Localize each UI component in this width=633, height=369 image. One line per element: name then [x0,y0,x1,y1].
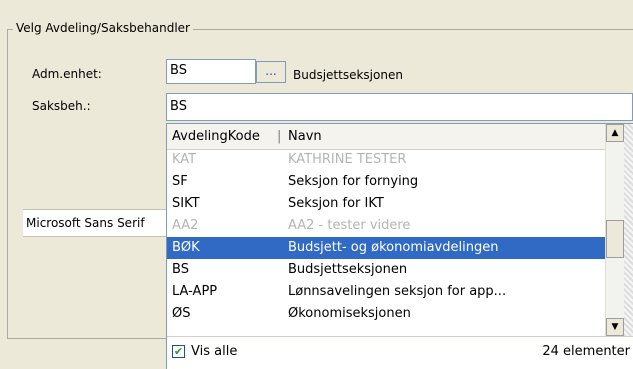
saksbehandler-dropdown: AvdelingKode | Navn KAT KATHRINE TESTER SF… [166,123,633,369]
list-item-name: AA2 - tester videre [288,218,411,233]
header-navn[interactable]: Navn [288,124,322,149]
list-item-name: Økonomiseksjonen [288,306,411,321]
list-item-name: Seksjon for fornying [288,174,419,189]
list-item-code: ØS [172,306,191,321]
list-item[interactable]: SF Seksjon for fornying [167,171,605,193]
saksbehandler-input[interactable]: BS [166,93,633,121]
list-item[interactable]: SIKT Seksjon for IKT [167,193,605,215]
vis-alle-label[interactable]: Vis alle [191,343,237,360]
list-item-name: Budsjettseksjonen [288,262,408,277]
adm-name-text: Budsjettseksjonen [293,68,403,82]
list-item[interactable]: BØK Budsjett- og økonomiavdelingen [167,237,605,259]
list-item-name: Budsjett- og økonomiavdelingen [288,240,499,255]
list-item-code: BS [172,262,189,277]
dropdown-scrollbar[interactable]: ▲ ▼ [605,124,625,336]
list-item[interactable]: LA-APP Lønnsavelingen seksjon for app... [167,281,605,303]
scroll-thumb[interactable] [606,220,624,258]
list-item-code: BØK [172,240,200,255]
adm-browse-button[interactable]: ... [256,61,286,83]
scroll-up-button[interactable]: ▲ [606,124,624,142]
resize-grip[interactable] [624,124,633,336]
dialog-window: { "group": { "title": "Velg Avdeling/Sak… [0,0,633,369]
list-item-code: SIKT [172,196,200,211]
element-count-text: 24 elementer [542,344,630,359]
dropdown-footer: ✔ Vis alle 24 elementer [167,336,633,369]
header-avdelingkode[interactable]: AvdelingKode [172,124,260,149]
vis-alle-checkbox[interactable]: ✔ [172,345,185,358]
saksbehandler-label: Saksbeh.: [32,99,91,113]
list-item-code: KAT [172,152,197,167]
list-item-name: Lønnsavelingen seksjon for app... [288,284,507,299]
list-item-name: KATHRINE TESTER [288,152,407,167]
header-separator: | [277,129,282,144]
dropdown-header: AvdelingKode | Navn [167,124,605,150]
adm-code-input[interactable]: BS [166,59,256,84]
list-item[interactable]: BS Budsjettseksjonen [167,259,605,281]
group-title: Velg Avdeling/Saksbehandler [13,20,193,36]
scroll-down-button[interactable]: ▼ [606,318,624,336]
list-item-code: AA2 [172,218,199,233]
list-item-code: LA-APP [172,284,218,299]
list-item[interactable]: ØS Økonomiseksjonen [167,303,605,325]
list-item-code: SF [172,174,188,189]
font-selector-field[interactable]: Microsoft Sans Serif [23,209,173,237]
dropdown-list: KAT KATHRINE TESTER SF Seksjon for fornying… [167,149,605,336]
list-item[interactable]: AA2 AA2 - tester videre [167,215,605,237]
list-item[interactable]: KAT KATHRINE TESTER [167,149,605,171]
adm-enhet-label: Adm.enhet: [32,67,102,81]
list-item-name: Seksjon for IKT [288,196,384,211]
